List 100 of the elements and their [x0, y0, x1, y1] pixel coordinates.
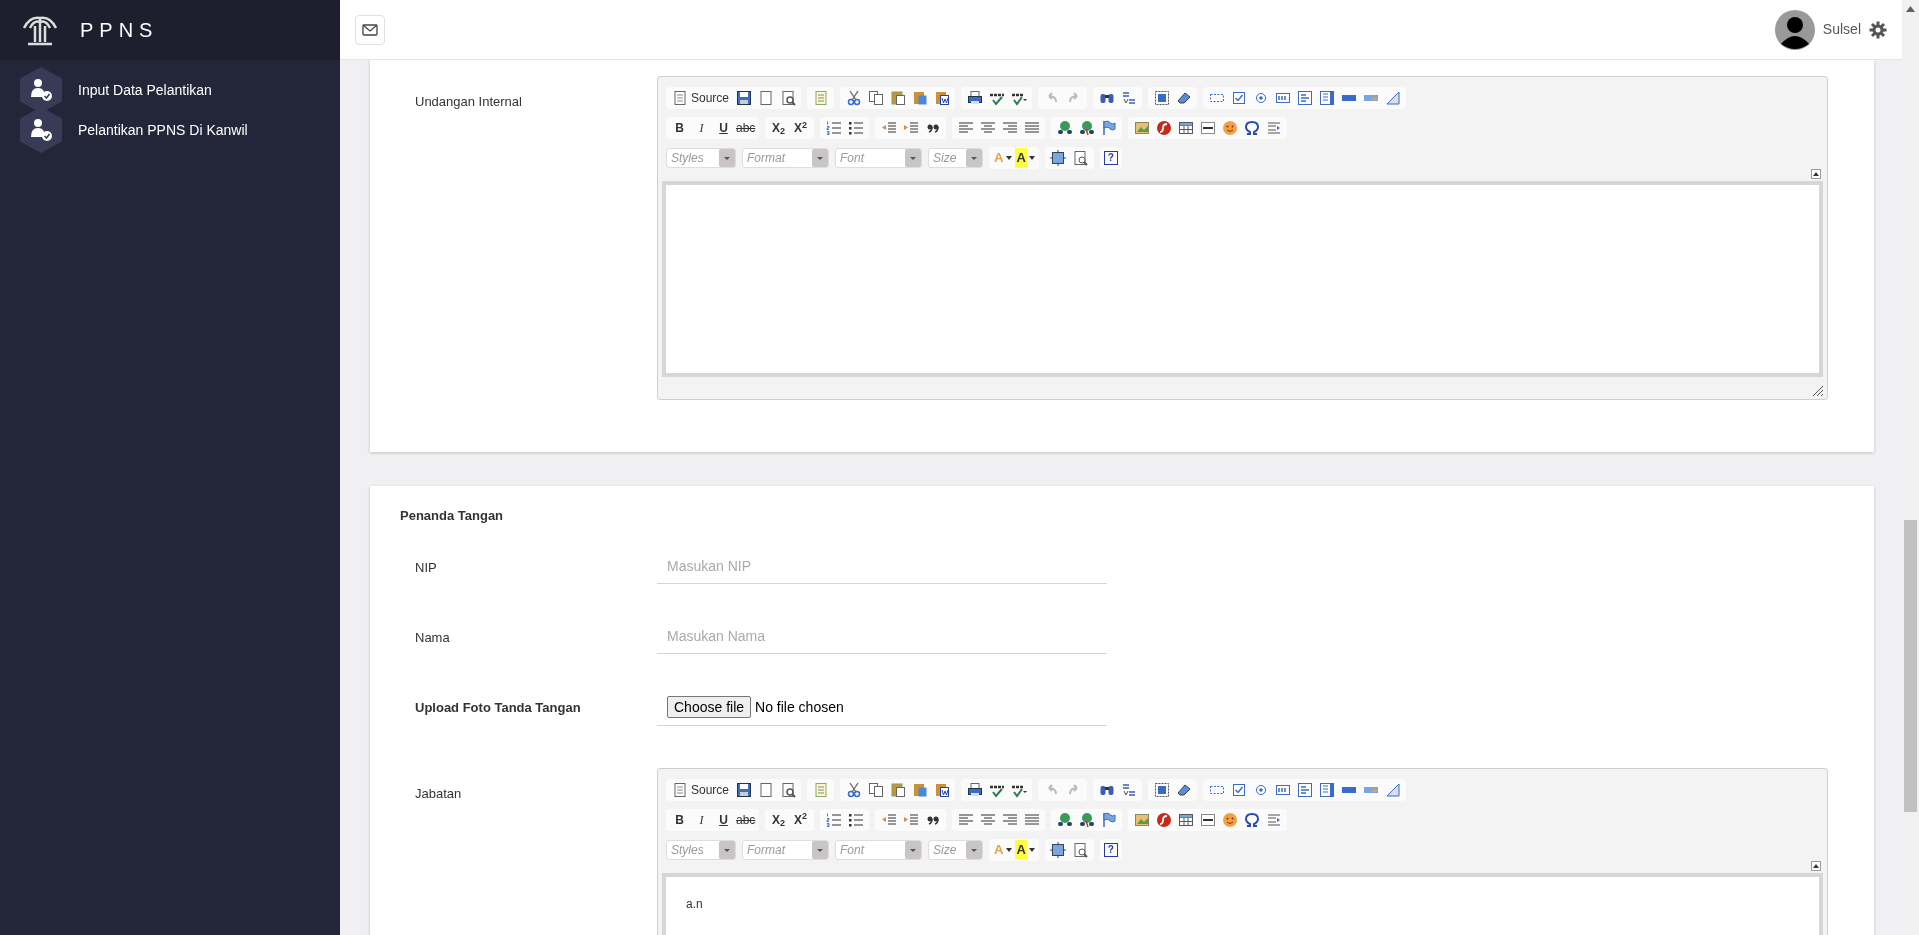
save-icon[interactable] — [735, 90, 752, 106]
checkbox-icon[interactable] — [1230, 781, 1247, 798]
caret-icon[interactable] — [1028, 156, 1035, 160]
link-icon[interactable] — [1056, 811, 1073, 828]
avatar-icon[interactable] — [1774, 9, 1815, 50]
paste-text-icon[interactable] — [911, 90, 928, 106]
preview-icon[interactable] — [779, 90, 796, 106]
bulleted-list-icon[interactable] — [847, 120, 864, 136]
bold-button[interactable]: B — [670, 810, 689, 829]
superscript-button[interactable]: X$^{2}$ — [791, 810, 810, 829]
superscript-button[interactable]: X$^{2}$ — [791, 119, 810, 137]
paste-text-icon[interactable] — [911, 781, 928, 798]
align-right-icon[interactable] — [1001, 811, 1018, 828]
paste-word-icon[interactable] — [933, 781, 950, 798]
sidebar-item[interactable]: Input Data Pelantikan — [78, 79, 212, 101]
text-area-icon[interactable] — [1296, 90, 1313, 106]
new-page-icon[interactable] — [757, 781, 774, 798]
copy-icon[interactable] — [867, 90, 884, 106]
paste-icon[interactable] — [889, 781, 906, 798]
strikethrough-button[interactable]: abc — [736, 810, 755, 829]
caret-icon[interactable] — [1006, 847, 1013, 852]
source-document-icon[interactable] — [672, 90, 688, 106]
caret-icon[interactable] — [1006, 156, 1013, 160]
image-icon[interactable] — [1133, 811, 1150, 828]
templates-icon[interactable] — [812, 781, 829, 798]
link-icon[interactable] — [1056, 120, 1073, 136]
underline-button[interactable]: U — [714, 810, 733, 829]
text-field-icon[interactable] — [1274, 90, 1291, 106]
choose-file-button[interactable]: Choose file — [667, 696, 752, 718]
scrollbar-thumb[interactable] — [1904, 520, 1917, 812]
source-document-icon[interactable] — [672, 781, 688, 798]
outdent-icon[interactable] — [880, 811, 897, 828]
show-blocks-icon[interactable] — [1072, 841, 1089, 858]
indent-icon[interactable] — [902, 120, 919, 136]
flag-icon[interactable] — [1100, 811, 1117, 828]
select-list-icon[interactable] — [1318, 781, 1335, 798]
sidebar-item[interactable]: Pelantikan PPNS Di Kanwil — [78, 119, 248, 141]
table-icon[interactable] — [1177, 811, 1194, 828]
smiley-icon[interactable] — [1221, 811, 1238, 828]
subscript-button[interactable]: X$_{2}$ — [769, 810, 788, 829]
scroll-up-icon[interactable] — [1906, 6, 1915, 12]
omega-icon[interactable] — [1243, 120, 1260, 136]
input-field[interactable]: Masukan Nama — [657, 619, 1107, 654]
show-blocks-icon[interactable] — [1072, 150, 1089, 166]
omega-icon[interactable] — [1243, 811, 1260, 828]
text-area-icon[interactable] — [1296, 781, 1313, 798]
select-all-icon[interactable] — [1153, 90, 1170, 106]
mail-icon[interactable] — [362, 23, 378, 36]
background-color-button[interactable]: A — [1015, 148, 1027, 168]
save-icon[interactable] — [735, 781, 752, 798]
smiley-icon[interactable] — [1221, 120, 1238, 136]
preview-icon[interactable] — [779, 781, 796, 798]
replace-icon[interactable] — [1120, 90, 1137, 106]
indent-icon[interactable] — [902, 811, 919, 828]
page-break-icon[interactable] — [1265, 120, 1282, 136]
strikethrough-button[interactable]: abc — [736, 119, 755, 137]
eraser-icon[interactable] — [1175, 90, 1192, 106]
select-list-icon[interactable] — [1318, 90, 1335, 106]
editor-area[interactable]: a.n — [662, 872, 1823, 935]
align-center-icon[interactable] — [979, 120, 996, 136]
italic-button[interactable]: I — [692, 119, 711, 137]
caret-icon[interactable] — [1028, 847, 1035, 852]
mail-button[interactable] — [355, 14, 385, 45]
input-field[interactable]: Masukan NIP — [657, 549, 1107, 584]
align-justify-icon[interactable] — [1023, 811, 1040, 828]
scissors-icon[interactable] — [845, 781, 862, 798]
maximize-icon[interactable] — [1050, 150, 1067, 166]
help-button[interactable]: ? — [1103, 842, 1118, 857]
print-icon[interactable] — [966, 90, 983, 106]
scrollbar[interactable] — [1902, 0, 1919, 935]
image-icon[interactable] — [1133, 120, 1150, 136]
select-all-icon[interactable] — [1153, 781, 1170, 798]
align-left-icon[interactable] — [957, 811, 974, 828]
help-button[interactable]: ? — [1103, 151, 1118, 165]
align-justify-icon[interactable] — [1023, 120, 1040, 136]
numbered-list-icon[interactable] — [825, 120, 842, 136]
outdent-icon[interactable] — [880, 120, 897, 136]
resize-grip-icon[interactable] — [1813, 386, 1823, 396]
templates-icon[interactable] — [812, 90, 829, 106]
bulleted-list-icon[interactable] — [847, 811, 864, 828]
unlink-icon[interactable] — [1078, 120, 1095, 136]
align-right-icon[interactable] — [1001, 120, 1018, 136]
italic-button[interactable]: I — [692, 810, 711, 829]
table-icon[interactable] — [1177, 120, 1194, 136]
bold-button[interactable]: B — [670, 119, 689, 137]
numbered-list-icon[interactable] — [825, 811, 842, 828]
collapse-icon[interactable] — [1811, 860, 1821, 871]
paste-word-icon[interactable] — [933, 90, 950, 106]
underline-button[interactable]: U — [714, 119, 733, 137]
subscript-button[interactable]: X$_{2}$ — [769, 119, 788, 137]
align-center-icon[interactable] — [979, 811, 996, 828]
unlink-icon[interactable] — [1078, 811, 1095, 828]
new-page-icon[interactable] — [757, 90, 774, 106]
flag-icon[interactable] — [1100, 120, 1117, 136]
maximize-icon[interactable] — [1050, 841, 1067, 858]
paste-icon[interactable] — [889, 90, 906, 106]
replace-icon[interactable] — [1120, 781, 1137, 798]
collapse-icon[interactable] — [1811, 169, 1821, 179]
checkbox-icon[interactable] — [1230, 90, 1247, 106]
copy-icon[interactable] — [867, 781, 884, 798]
